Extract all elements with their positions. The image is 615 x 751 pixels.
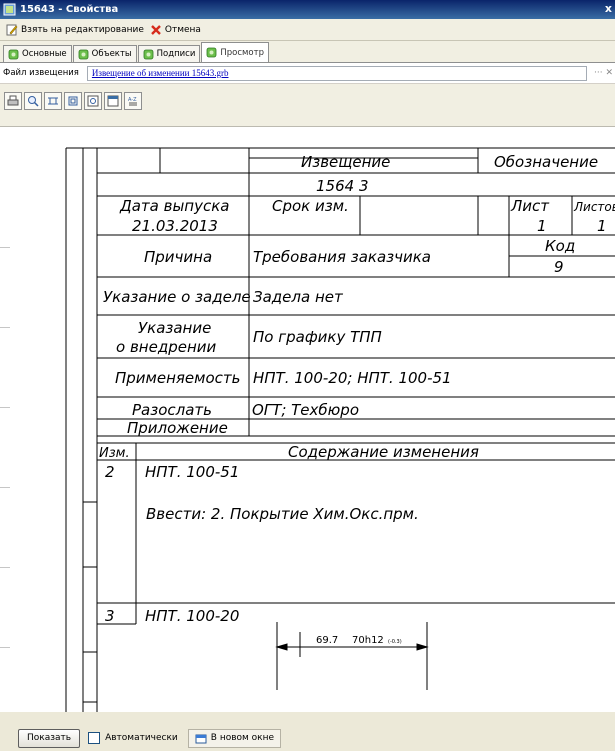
doc-prichina-label: Причина [144,248,212,266]
file-link[interactable]: Извещение об изменении 15643.grb [86,65,587,81]
fit-page-icon [68,96,78,106]
edit-button[interactable]: Взять на редактирование [6,24,144,36]
viewer-toolbar: A-Z [0,84,615,126]
doc-prilozhenie-label: Приложение [127,419,228,437]
doc-vnedrenie-label-2: о внедрении [116,338,216,356]
new-window-button[interactable]: В новом окне [187,728,282,748]
tab-podpisi[interactable]: Подписи [137,45,201,62]
document-viewer[interactable]: Извещение Обозначение 1564 3 Дата выпуск… [0,126,615,713]
tab-label: Объекты [91,49,132,59]
puzzle-icon [78,49,89,59]
title-bar: 15643 - Свойства x [0,0,615,19]
doc-razoslat-label: Разослать [132,401,212,419]
main-toolbar: Взять на редактирование Отмена [0,19,615,41]
checkbox-box[interactable] [88,732,101,744]
zoom-icon [28,96,39,107]
app-icon [3,3,16,16]
tab-label: Подписи [156,49,196,59]
cancel-button-label: Отмена [164,24,201,35]
new-window-label: В новом окне [210,733,275,743]
zoom-tool[interactable] [24,92,42,110]
tab-obekty[interactable]: Объекты [72,45,137,62]
sort-icon: A-Z [128,97,137,106]
print-tool[interactable] [4,92,22,110]
file-field-buttons[interactable]: ··· ✕ [587,68,615,78]
doc-data-vypuska: 21.03.2013 [132,217,218,235]
fit-page-tool[interactable] [64,92,82,110]
dimension-sketch [275,622,429,690]
doc-row2-doc: НПТ. 100-20 [145,607,239,625]
tab-label: Основные [22,49,67,59]
file-label: Файл извещения [3,68,79,78]
doc-primenyaemost: НПТ. 100-20; НПТ. 100-51 [253,369,452,387]
window-title: 15643 - Свойства [20,4,119,15]
zoom-window-tool[interactable] [84,92,102,110]
svg-text:A-Z: A-Z [128,97,137,103]
doc-srok-label: Срок изм. [272,197,349,215]
doc-zadel: Задела нет [253,288,344,306]
doc-data-vypuska-label: Дата выпуска [119,197,229,215]
auto-checkbox-label: Автоматически [105,733,178,743]
puzzle-icon [8,49,19,59]
doc-oboznachenie-label: Обозначение [494,153,598,171]
tab-osnovnye[interactable]: Основные [3,45,72,62]
page-tool[interactable] [104,92,122,110]
window-icon [195,734,207,743]
doc-dim-tolerance: (-0.3) [388,639,402,645]
puzzle-icon [143,49,154,59]
doc-kod-value: 9 [554,258,564,276]
page-icon [107,95,119,107]
cancel-icon [151,24,161,35]
doc-dim-new: 70h12 [352,635,384,646]
printer-icon [7,95,19,106]
doc-izveshchenie-label: Извещение [301,153,390,171]
doc-kod-label: Код [545,237,575,255]
doc-izm-label: Изм. [99,446,130,461]
notice-drawing: Извещение Обозначение 1564 3 Дата выпуск… [65,147,615,713]
doc-row1-doc: НПТ. 100-51 [145,463,239,481]
doc-row2-num: 3 [105,607,115,625]
show-button[interactable]: Показать [18,728,81,748]
doc-row1-text: Ввести: 2. Покрытие Хим.Окс.прм. [146,505,419,523]
doc-soderzhanie-label: Содержание изменения [288,443,479,461]
doc-prichina: Требования заказчика [253,248,431,266]
doc-list-value: 1 [537,217,547,235]
doc-dim-old: 69.7 [316,635,338,646]
file-row: Файл извещения Извещение об изменении 15… [0,63,615,84]
doc-razoslat: ОГТ; Техбюро [252,401,359,419]
doc-row1-num: 2 [105,463,115,481]
doc-vnedrenie: По графику ТПП [253,328,382,346]
fit-width-tool[interactable] [44,92,62,110]
close-button[interactable]: x [605,2,612,15]
zoom-window-icon [87,95,99,107]
fit-width-icon [48,97,58,105]
tab-prosmotr[interactable]: Просмотр [201,42,269,62]
tab-bar: Основные Объекты Подписи Просмотр [0,41,615,63]
cancel-button[interactable]: Отмена [150,24,201,36]
puzzle-icon [206,47,217,58]
doc-number: 1564 3 [316,177,369,195]
bottom-bar: Показать Автоматически В новом окне [0,712,615,751]
edit-icon [6,24,18,35]
doc-primenyaemost-label: Применяемость [115,369,240,387]
doc-listov-label: Листов [573,200,615,214]
doc-list-label: Лист [510,197,550,215]
sort-tool[interactable]: A-Z [124,92,142,110]
edit-button-label: Взять на редактирование [21,24,144,35]
doc-zadel-label: Указание о заделе [103,288,251,306]
tab-label: Просмотр [220,47,264,58]
doc-vnedrenie-label-1: Указание [138,319,211,337]
doc-listov-value: 1 [597,217,607,235]
auto-checkbox[interactable]: Автоматически [88,732,178,744]
